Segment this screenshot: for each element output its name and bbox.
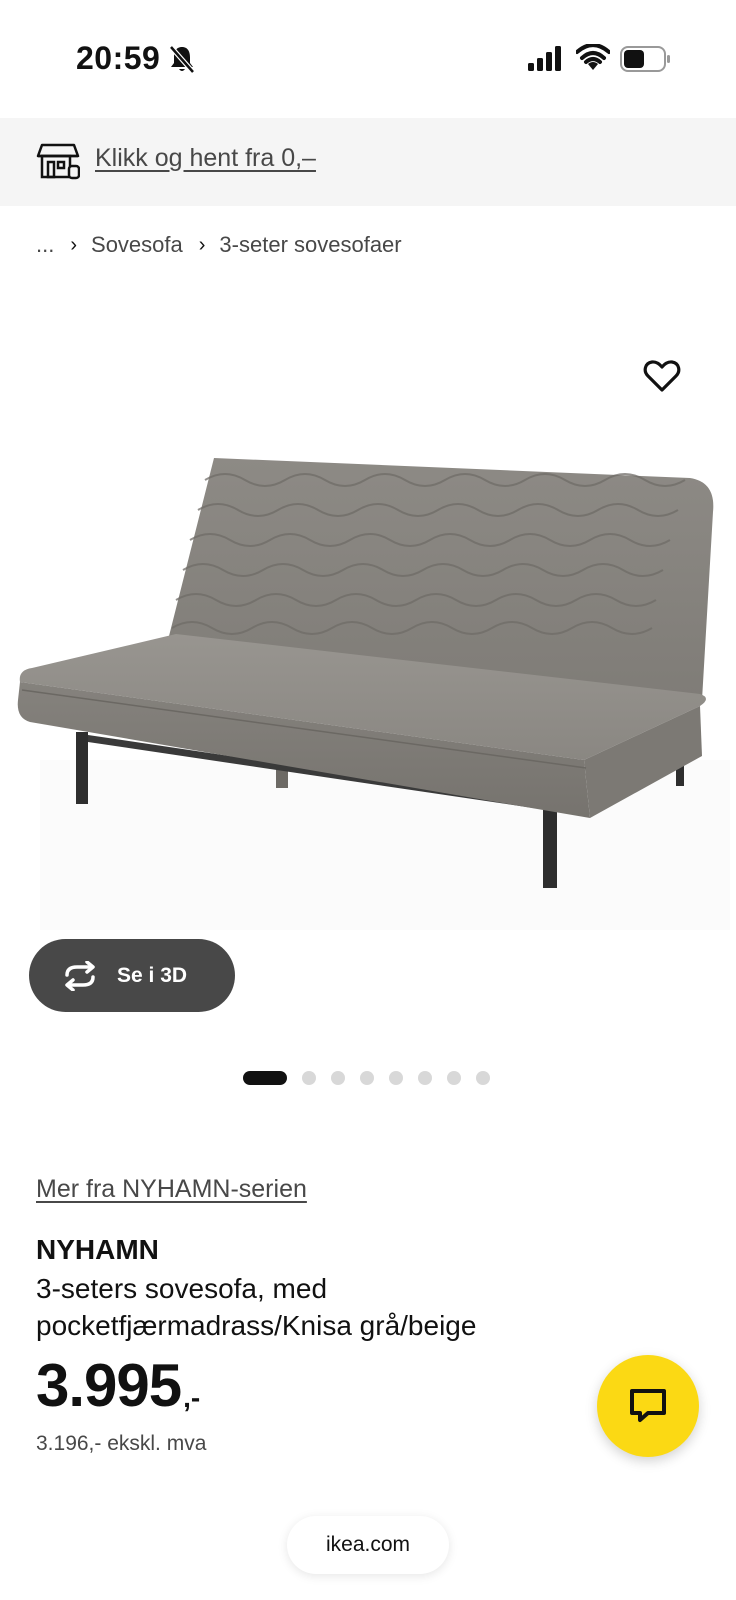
view-in-3d-button[interactable]: Se i 3D	[29, 939, 235, 1012]
wifi-icon	[576, 44, 610, 70]
click-and-collect-link[interactable]: Klikk og hent fra 0,–	[95, 144, 316, 173]
price-value: 3.995	[36, 1352, 182, 1419]
carousel-pagination	[243, 1070, 505, 1085]
carousel-dot[interactable]	[447, 1070, 461, 1085]
price-excluding-vat: 3.196,- ekskl. mva	[36, 1432, 207, 1455]
chat-bubble-icon	[630, 1389, 666, 1422]
cellular-signal-icon	[528, 46, 561, 71]
series-link[interactable]: Mer fra NYHAMN-serien	[36, 1175, 307, 1204]
view-in-3d-label: Se i 3D	[117, 963, 188, 987]
carousel-dot[interactable]	[418, 1070, 432, 1085]
browser-url-bar[interactable]: ikea.com	[287, 1516, 449, 1574]
carousel-dot-active[interactable]	[243, 1070, 287, 1085]
carousel-dot[interactable]	[476, 1070, 490, 1085]
promo-banner[interactable]: Klikk og hent fra 0,–	[0, 118, 736, 206]
chat-button[interactable]	[597, 1355, 699, 1457]
breadcrumb: ... › Sovesofa › 3-seter sovesofaer	[36, 230, 402, 260]
product-price: 3.995 ,-	[36, 1356, 200, 1416]
carousel-dot[interactable]	[331, 1070, 345, 1085]
battery-icon	[620, 46, 670, 72]
chevron-right-icon: ›	[198, 233, 206, 256]
status-time: 20:59	[76, 40, 161, 76]
breadcrumb-ellipsis[interactable]: ...	[36, 232, 54, 258]
carousel-dot[interactable]	[389, 1070, 403, 1085]
carousel-dot[interactable]	[302, 1070, 316, 1085]
url-text: ikea.com	[325, 1533, 411, 1556]
chevron-right-icon: ›	[70, 233, 78, 256]
carousel-dot[interactable]	[360, 1070, 374, 1085]
price-suffix: ,-	[183, 1382, 201, 1413]
product-name: NYHAMN	[36, 1234, 159, 1265]
heart-icon[interactable]	[642, 356, 682, 396]
product-image[interactable]	[0, 440, 736, 940]
product-description: 3-seters sovesofa, med pocketfjærmadrass…	[36, 1273, 477, 1341]
rotate-icon	[65, 960, 95, 991]
bell-slash-icon	[169, 45, 195, 74]
breadcrumb-item-3-seter[interactable]: 3-seter sovesofaer	[219, 232, 401, 258]
store-pickup-icon	[36, 143, 80, 180]
breadcrumb-item-sovesofa[interactable]: Sovesofa	[91, 232, 183, 258]
status-bar: 20:59	[0, 0, 736, 118]
